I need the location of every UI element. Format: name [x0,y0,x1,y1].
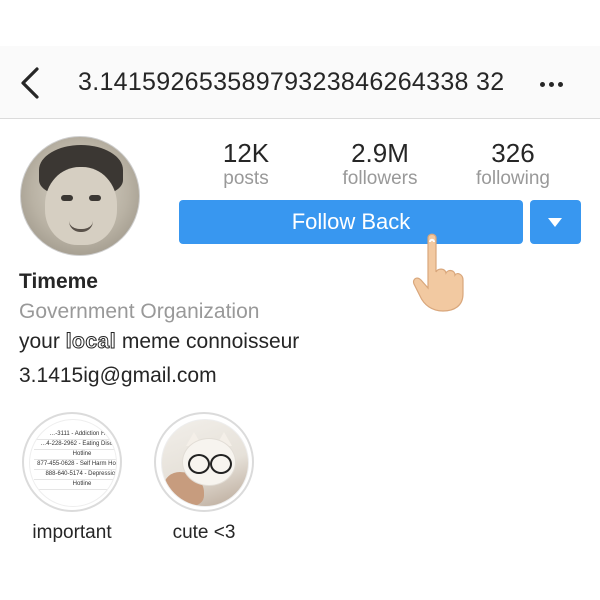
profile-bio: your local meme connoisseur [19,330,300,354]
highlight-cover [154,412,254,512]
highlight-important[interactable]: …-3111 - Addiction Ho… …4-228-2962 - Eat… [21,412,123,544]
followers-stat[interactable]: 2.9M followers [320,138,440,190]
following-stat[interactable]: 326 following [453,138,573,190]
profile-email[interactable]: 3.1415ig@gmail.com [19,364,217,388]
profile-name: Timeme [19,270,98,293]
highlight-label: cute <3 [172,522,236,543]
bio-emphasis: local [65,330,117,354]
profile-category: Government Organization [19,300,260,323]
follow-back-button[interactable]: Follow Back [179,200,523,244]
hotline-list: …-3111 - Addiction Ho… …4-228-2962 - Eat… [34,430,116,490]
posts-stat[interactable]: 12K posts [186,138,306,190]
following-label: following [476,168,550,189]
posts-label: posts [223,168,269,189]
pointing-finger-emoji-icon [412,233,464,312]
highlight-label: important [32,522,112,543]
followers-label: followers [342,168,418,189]
highlight-cute[interactable]: cute <3 [153,412,255,544]
cat-with-glasses-image [161,419,249,507]
following-count: 326 [491,138,535,168]
username-title: 3.14159265358979323846264338 32 [78,68,505,96]
highlight-cover: …-3111 - Addiction Ho… …4-228-2962 - Eat… [22,412,122,512]
suggestions-dropdown-button[interactable] [530,200,581,244]
more-options-icon[interactable] [540,76,570,90]
profile-header: 3.14159265358979323846264338 32 [0,46,600,119]
posts-count: 12K [222,138,270,168]
avatar[interactable] [20,136,140,256]
top-spacer [0,0,600,46]
back-chevron-icon[interactable] [18,66,42,100]
caret-down-icon [548,218,562,227]
followers-count: 2.9M [351,138,409,168]
